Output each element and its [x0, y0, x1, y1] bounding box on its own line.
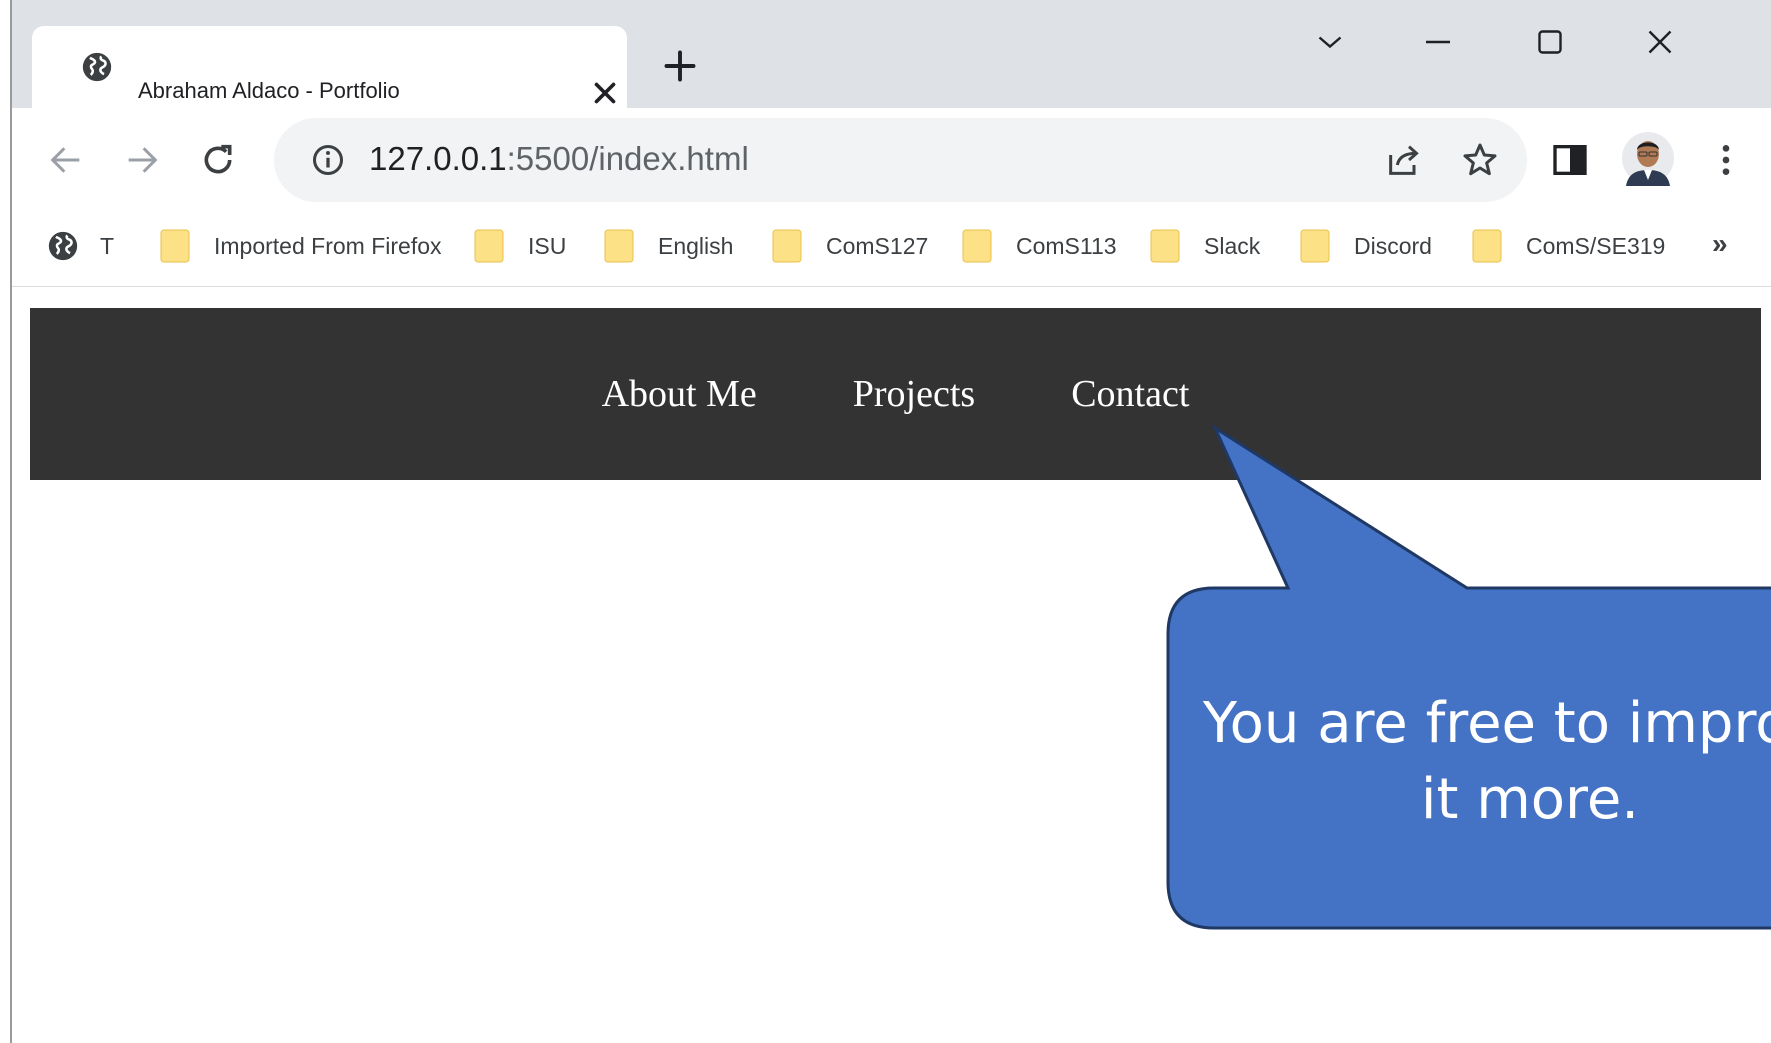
address-bar[interactable]: 127.0.0.1:5500/index.html — [274, 118, 1527, 202]
back-arrow-icon[interactable] — [46, 140, 86, 180]
bookmark-folder[interactable]: Slack — [1150, 226, 1260, 266]
forward-arrow-icon[interactable] — [122, 140, 162, 180]
bookmark-label: ISU — [528, 232, 567, 259]
bookmark-label: T — [100, 232, 115, 259]
bookmark-folder[interactable]: ComS127 — [772, 226, 928, 266]
globe-icon — [48, 231, 78, 261]
bookmark-folder[interactable]: ComS113 — [962, 226, 1117, 266]
url-path: :5500/index.html — [506, 140, 749, 177]
bookmarks-bar: T Imported From Firefox ISU English ComS… — [12, 212, 1771, 287]
side-panel-icon[interactable] — [1550, 140, 1590, 180]
bookmark-folder[interactable]: Discord — [1300, 226, 1432, 266]
maximize-icon[interactable] — [1532, 24, 1568, 60]
bookmark-folder[interactable]: ISU — [474, 226, 566, 266]
callout-text: You are free to improve it more. — [1170, 686, 1771, 838]
folder-icon — [962, 229, 992, 263]
callout-line-2: it more. — [1420, 767, 1640, 832]
globe-icon — [82, 52, 112, 82]
folder-icon — [474, 229, 504, 263]
folder-icon — [604, 229, 634, 263]
bookmark-label: ComS113 — [1016, 232, 1117, 259]
bookmark-label: English — [658, 232, 734, 259]
bookmark-folder[interactable]: ComS/SE319 — [1472, 226, 1665, 266]
close-icon[interactable] — [588, 76, 622, 110]
window-border — [10, 0, 12, 1043]
nav-link-contact[interactable]: Contact — [1071, 372, 1189, 416]
folder-icon — [1472, 229, 1502, 263]
bookmark-folder[interactable]: English — [604, 226, 733, 266]
browser-window: Abraham Aldaco - Portfolio 127.0.0.1:550… — [0, 0, 1771, 1043]
folder-icon — [1150, 229, 1180, 263]
more-vertical-icon[interactable] — [1706, 140, 1746, 180]
minimize-icon[interactable] — [1420, 24, 1456, 60]
bookmark-t[interactable]: T — [46, 226, 114, 266]
bookmark-label: Imported From Firefox — [214, 232, 442, 259]
browser-tab[interactable]: Abraham Aldaco - Portfolio — [32, 26, 627, 108]
folder-icon — [160, 229, 190, 263]
url-host: 127.0.0.1 — [369, 140, 507, 177]
tab-strip: Abraham Aldaco - Portfolio — [12, 0, 1771, 108]
tab-title: Abraham Aldaco - Portfolio — [138, 78, 400, 103]
info-icon[interactable] — [310, 142, 346, 178]
bookmark-label: Slack — [1204, 232, 1261, 259]
nav-link-projects[interactable]: Projects — [853, 372, 975, 416]
share-icon[interactable] — [1384, 140, 1424, 180]
folder-icon — [1300, 229, 1330, 263]
bookmark-folder[interactable]: Imported From Firefox — [160, 226, 442, 266]
callout-bubble — [1166, 424, 1771, 930]
plus-icon[interactable] — [662, 48, 698, 84]
chevron-down-icon[interactable] — [1312, 24, 1348, 60]
bookmark-label: ComS127 — [826, 232, 929, 259]
window-close-icon[interactable] — [1642, 24, 1678, 60]
avatar[interactable] — [1622, 130, 1674, 186]
bookmark-label: Discord — [1354, 232, 1432, 259]
reload-icon[interactable] — [198, 140, 238, 180]
bookmark-label: ComS/SE319 — [1526, 232, 1666, 259]
url-text: 127.0.0.1:5500/index.html — [369, 140, 749, 178]
bookmarks-overflow-icon[interactable]: » — [1712, 228, 1728, 260]
callout-line-1: You are free to improve — [1202, 691, 1771, 756]
nav-link-about-me[interactable]: About Me — [602, 372, 757, 416]
star-icon[interactable] — [1460, 140, 1500, 180]
folder-icon — [772, 229, 802, 263]
browser-toolbar: 127.0.0.1:5500/index.html — [12, 108, 1771, 212]
